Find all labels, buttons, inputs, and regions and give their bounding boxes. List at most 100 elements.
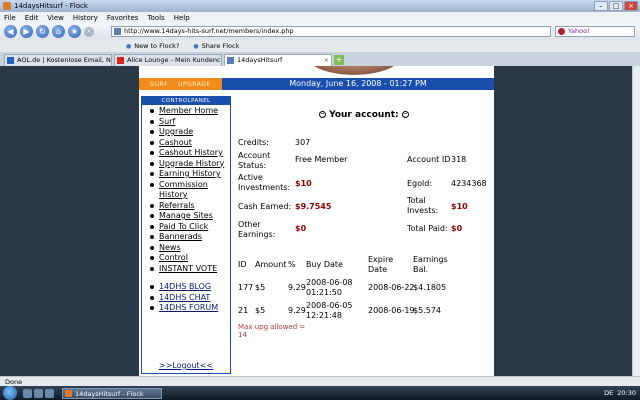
menu-upgrade-history[interactable]: Upgrade History	[150, 159, 230, 170]
new-tab-button[interactable]: +	[334, 55, 344, 65]
quick-launch	[23, 388, 54, 398]
menu-tools[interactable]: Tools	[147, 14, 164, 22]
reload-button[interactable]: ↻	[36, 25, 49, 38]
menu-history[interactable]: History	[73, 14, 98, 22]
link-upgrade[interactable]: Upgrade	[159, 127, 193, 136]
menu-chat[interactable]: 14DHS CHAT	[150, 293, 230, 304]
start-button[interactable]	[3, 386, 17, 400]
link-blog[interactable]: 14DHS BLOG	[159, 282, 211, 291]
menu-control[interactable]: Control	[150, 253, 230, 264]
maximize-button[interactable]: □	[609, 1, 623, 11]
account-title-text: Your account:	[329, 110, 399, 120]
language-indicator[interactable]: DE	[604, 389, 613, 397]
site-topnav: SURF UPGRADE Monday, June 16, 2008 - 01:…	[139, 78, 494, 90]
expand-right-icon[interactable]: −	[401, 111, 409, 118]
tab-alice[interactable]: Alice Lounge - Mein Kundencenter	[114, 54, 222, 66]
star-button[interactable]: ★	[68, 25, 81, 38]
link-bannerads[interactable]: Bannerads	[159, 232, 202, 241]
taskbar-item-flock[interactable]: 14daysHitsurf - Flock	[62, 387, 162, 399]
quick-launch-icon[interactable]	[34, 388, 43, 398]
link-paid-to-click[interactable]: Paid To Click	[159, 222, 208, 231]
link-manage-sites[interactable]: Manage Sites	[159, 211, 213, 220]
menu-help[interactable]: Help	[174, 14, 190, 22]
menu-view[interactable]: View	[47, 14, 64, 22]
menu-blog[interactable]: 14DHS BLOG	[150, 282, 230, 293]
bookmark-share-flock[interactable]: Share Flock	[193, 42, 240, 50]
tab-14dayshitsurf[interactable]: 14daysHitsurf ×	[224, 54, 332, 66]
link-commission-history[interactable]: Commission History	[159, 180, 208, 200]
link-referrals[interactable]: Referrals	[159, 201, 195, 210]
menu-instant-vote[interactable]: INSTANT VOTE	[150, 264, 230, 275]
menu-cashout-history[interactable]: Cashout History	[150, 148, 230, 159]
search-box[interactable]: Yahoo!	[555, 26, 635, 37]
quick-launch-icon[interactable]	[45, 388, 54, 398]
link-member-home[interactable]: Member Home	[159, 106, 218, 115]
menu-surf[interactable]: Surf	[150, 117, 230, 128]
tab-label: 14daysHitsurf	[237, 56, 283, 64]
max-upgrade-note: Max upg allowed = 14	[238, 323, 306, 339]
control-panel: CONTROLPANEL Member Home Surf Upgrade Ca…	[141, 96, 231, 374]
site-favicon	[114, 28, 121, 35]
link-instant-vote[interactable]: INSTANT VOTE	[159, 264, 217, 273]
total-invests-label: Total Invests:	[407, 196, 439, 215]
menu-bannerads[interactable]: Bannerads	[150, 232, 230, 243]
yahoo-icon	[558, 28, 565, 35]
link-control[interactable]: Control	[159, 253, 188, 262]
close-button[interactable]: ×	[624, 1, 638, 11]
window-titlebar: 14daysHitsurf - Flock – □ ×	[0, 0, 640, 12]
total-paid-value: $0	[451, 224, 463, 233]
link-chat[interactable]: 14DHS CHAT	[159, 293, 210, 302]
tab-label: AOL.de | Kostenlose Email, Nachri...	[17, 56, 111, 64]
forward-button[interactable]: ▶	[20, 25, 33, 38]
link-cashout-history[interactable]: Cashout History	[159, 148, 223, 157]
egold-value: 4234368	[451, 179, 487, 188]
tab-close-icon[interactable]: ×	[324, 55, 329, 66]
quick-launch-icon[interactable]	[23, 388, 32, 398]
topnav-surf-link[interactable]: SURF	[150, 81, 168, 88]
menu-paid-to-click[interactable]: Paid To Click	[150, 222, 230, 233]
menu-manage-sites[interactable]: Manage Sites	[150, 211, 230, 222]
col-earnings-header: Earnings Bal.	[413, 255, 448, 274]
link-surf[interactable]: Surf	[159, 117, 175, 126]
other-earnings-value: $0	[295, 224, 307, 233]
total-invests-value: $10	[451, 202, 468, 211]
menu-file[interactable]: File	[4, 14, 16, 22]
link-cashout[interactable]: Cashout	[159, 138, 192, 147]
system-tray: DE 20:30	[604, 389, 640, 397]
row1-expire-date: 2008-06-22	[368, 283, 415, 292]
tab-aol[interactable]: AOL.de | Kostenlose Email, Nachri...	[4, 54, 112, 66]
home-button[interactable]: ⌂	[52, 25, 65, 38]
menu-cashout[interactable]: Cashout	[150, 138, 230, 149]
menu-earning-history[interactable]: Earning History	[150, 169, 230, 180]
menu-favorites[interactable]: Favorites	[107, 14, 139, 22]
menu-news[interactable]: News	[150, 243, 230, 254]
link-forum[interactable]: 14DHS FORUM	[159, 303, 218, 312]
stop-button[interactable]: ×	[84, 26, 94, 37]
flock-app-icon	[65, 389, 72, 397]
back-button[interactable]: ◀	[4, 25, 17, 38]
bookmarks-bar: New to Flock? Share Flock	[0, 40, 640, 52]
menu-referrals[interactable]: Referrals	[150, 201, 230, 212]
date-banner: Monday, June 16, 2008 - 01:27 PM	[222, 78, 494, 90]
menu-edit[interactable]: Edit	[25, 14, 39, 22]
menu-commission-history[interactable]: Commission History	[150, 180, 230, 201]
menu-forum[interactable]: 14DHS FORUM	[150, 303, 230, 314]
window-controls: – □ ×	[594, 1, 638, 11]
expand-left-icon[interactable]: −	[319, 111, 326, 118]
taskbar-item-label: 14daysHitsurf - Flock	[75, 389, 144, 398]
address-bar[interactable]: http://www.14days-hits-surf.net/members/…	[111, 26, 551, 37]
minimize-button[interactable]: –	[594, 1, 608, 11]
logout-link[interactable]: >>Logout<<	[142, 361, 230, 370]
egold-label: Egold:	[407, 179, 433, 188]
link-upgrade-history[interactable]: Upgrade History	[159, 159, 224, 168]
menu-member-home[interactable]: Member Home	[150, 106, 230, 117]
topnav-upgrade-link[interactable]: UPGRADE	[178, 81, 211, 88]
col-expire-date-header: Expire Date	[368, 255, 394, 274]
account-title: − Your account: −	[319, 110, 409, 120]
menu-upgrade[interactable]: Upgrade	[150, 127, 230, 138]
other-earnings-label: Other Earnings:	[238, 220, 276, 239]
link-news[interactable]: News	[159, 243, 181, 252]
bookmark-new-to-flock[interactable]: New to Flock?	[126, 42, 179, 50]
page-scrollbar[interactable]	[632, 66, 640, 376]
link-earning-history[interactable]: Earning History	[159, 169, 221, 178]
